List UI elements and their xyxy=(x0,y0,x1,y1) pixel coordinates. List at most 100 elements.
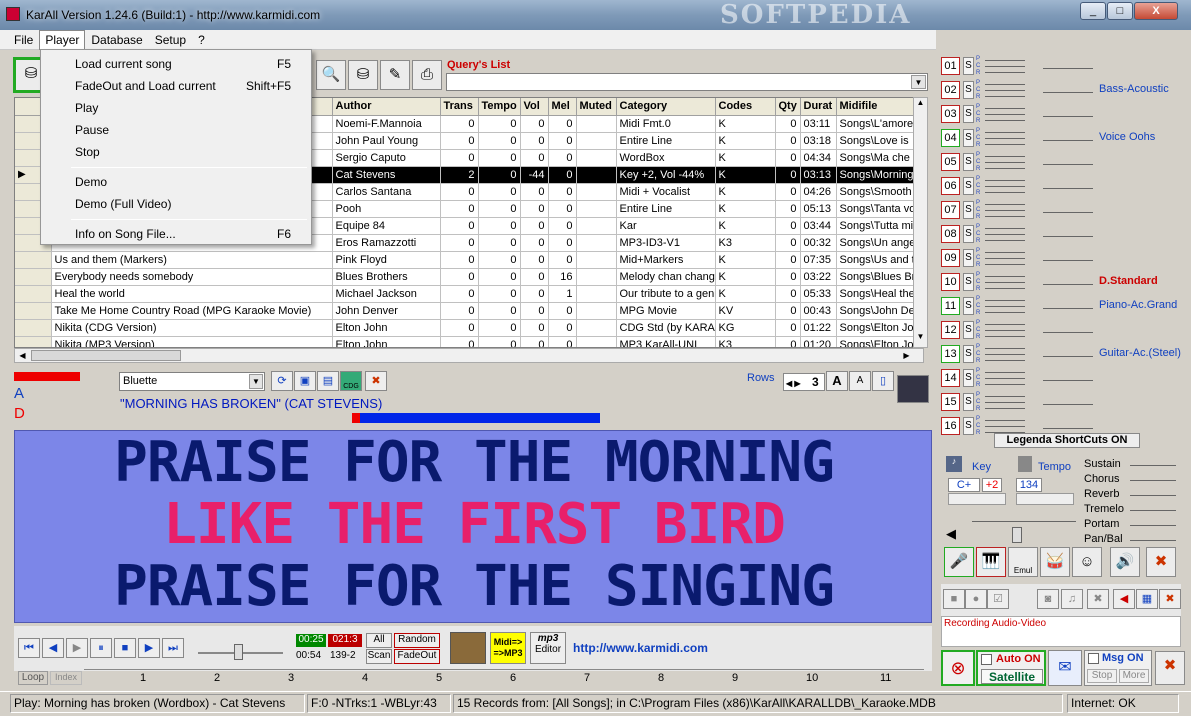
cell-codes[interactable]: K xyxy=(715,132,776,150)
channel-number-button[interactable]: 11 xyxy=(941,297,960,315)
scroll-right-icon[interactable]: ▶ xyxy=(899,349,914,362)
cell-mel[interactable]: 0 xyxy=(548,132,577,150)
tools-icon[interactable]: ✖ xyxy=(1087,589,1109,609)
cell-midifile[interactable]: Songs\Un ange xyxy=(836,234,923,252)
cell-tempo[interactable]: 0 xyxy=(478,183,521,201)
channel-slider[interactable] xyxy=(985,330,1025,331)
cell-mel[interactable]: 0 xyxy=(548,251,577,269)
channel-slider[interactable] xyxy=(985,138,1025,139)
cell-muted[interactable] xyxy=(576,336,617,347)
cell-mel[interactable]: 0 xyxy=(548,319,577,337)
channel-slider[interactable] xyxy=(985,336,1025,337)
cell-mel[interactable]: 1 xyxy=(548,285,577,303)
channel-number-button[interactable]: 10 xyxy=(941,273,960,291)
channel-slider[interactable] xyxy=(985,312,1025,313)
emul-button[interactable]: Emul xyxy=(1008,547,1038,577)
table-row[interactable]: Heal the world Michael Jackson 0 0 0 1 Our tri… xyxy=(15,285,923,303)
master-slider-track[interactable] xyxy=(972,521,1076,522)
cell-midifile[interactable]: Songs\Heal the xyxy=(836,285,923,303)
cell-author[interactable]: John Paul Young xyxy=(332,132,441,150)
cell-author[interactable]: Cat Stevens xyxy=(332,166,441,184)
msg-on-checkbox[interactable] xyxy=(1088,653,1099,664)
monitor-icon[interactable] xyxy=(897,375,929,403)
cell-tempo[interactable]: 0 xyxy=(478,268,521,286)
effect-slider[interactable] xyxy=(1130,480,1176,481)
cell-durat[interactable]: 03:11 xyxy=(800,115,837,133)
channel-volume-slider[interactable] xyxy=(1043,188,1093,189)
channel-slider[interactable] xyxy=(985,234,1025,235)
channel-slider[interactable] xyxy=(985,408,1025,409)
channel-slider[interactable] xyxy=(985,300,1025,301)
channel-slider[interactable] xyxy=(985,66,1025,67)
cell-category[interactable]: Our tribute to a geni xyxy=(616,285,716,303)
cell-qty[interactable]: 0 xyxy=(775,285,801,303)
mp3-editor-button[interactable]: mp3 Editor xyxy=(530,632,566,664)
cell-codes[interactable]: K xyxy=(715,183,776,201)
cell-mel[interactable]: 0 xyxy=(548,115,577,133)
random-button[interactable]: Random xyxy=(394,633,440,648)
channel-volume-slider[interactable] xyxy=(1043,212,1093,213)
row-indicator[interactable] xyxy=(15,336,52,347)
search-icon[interactable]: 🔍 xyxy=(316,60,346,90)
cell-trans[interactable]: 0 xyxy=(440,115,479,133)
cell-tempo[interactable]: 0 xyxy=(478,200,521,218)
channel-slider[interactable] xyxy=(985,306,1025,307)
cell-trans[interactable]: 0 xyxy=(440,336,479,347)
close-button[interactable]: X xyxy=(1134,2,1178,20)
stop-icon[interactable]: ■ xyxy=(114,638,136,658)
cell-durat[interactable]: 07:35 xyxy=(800,251,837,269)
cell-title[interactable]: Us and them (Markers) xyxy=(51,251,333,269)
cell-codes[interactable]: KV xyxy=(715,302,776,320)
cell-title[interactable]: Heal the world xyxy=(51,285,333,303)
pause-icon[interactable]: ⏸ xyxy=(90,638,112,658)
cell-trans[interactable]: 0 xyxy=(440,302,479,320)
cell-midifile[interactable]: Songs\Tutta mi xyxy=(836,217,923,235)
cell-midifile[interactable]: Songs\Ma che xyxy=(836,149,923,167)
scroll-left-icon[interactable]: ◀ xyxy=(15,349,30,362)
solo-button[interactable]: S xyxy=(963,273,974,291)
index-button[interactable]: Index xyxy=(50,671,82,685)
column-header[interactable]: Midifile xyxy=(836,98,923,116)
channel-slider[interactable] xyxy=(985,156,1025,157)
channel-slider[interactable] xyxy=(985,378,1025,379)
solo-button[interactable]: S xyxy=(963,129,974,147)
channel-volume-slider[interactable] xyxy=(1043,284,1093,285)
cell-muted[interactable] xyxy=(576,149,617,167)
skip-back-icon[interactable]: ⏮ xyxy=(18,638,40,658)
cell-qty[interactable]: 0 xyxy=(775,251,801,269)
table-row[interactable]: Nikita (MP3 Version) Elton John 0 0 0 0 MP3 Ka… xyxy=(15,336,923,347)
menu-file[interactable]: File xyxy=(8,30,39,50)
cell-durat[interactable]: 04:26 xyxy=(800,183,837,201)
channel-slider[interactable] xyxy=(985,132,1025,133)
cell-author[interactable]: Sergio Caputo xyxy=(332,149,441,167)
channel-volume-slider[interactable] xyxy=(1043,428,1093,429)
solo-button[interactable]: S xyxy=(963,345,974,363)
menu-setup[interactable]: Setup xyxy=(149,30,192,50)
channel-slider[interactable] xyxy=(985,396,1025,397)
channel-number-button[interactable]: 13 xyxy=(941,345,960,363)
cell-codes[interactable]: K xyxy=(715,149,776,167)
channel-number-button[interactable]: 03 xyxy=(941,105,960,123)
cell-category[interactable]: CDG Std (by KARAI xyxy=(616,319,716,337)
channel-slider[interactable] xyxy=(985,402,1025,403)
cell-midifile[interactable]: Songs\Elton Jol xyxy=(836,336,923,347)
cell-muted[interactable] xyxy=(576,217,617,235)
cell-category[interactable]: Melody chan chang xyxy=(616,268,716,286)
cell-mel[interactable]: 0 xyxy=(548,149,577,167)
cell-trans[interactable]: 0 xyxy=(440,234,479,252)
next-icon[interactable]: ▶ xyxy=(138,638,160,658)
cell-durat[interactable]: 05:13 xyxy=(800,200,837,218)
cell-tempo[interactable]: 0 xyxy=(478,166,521,184)
channel-slider[interactable] xyxy=(985,252,1025,253)
cell-category[interactable]: WordBox xyxy=(616,149,716,167)
website-link[interactable]: http://www.karmidi.com xyxy=(573,641,708,655)
effect-slider[interactable] xyxy=(1130,495,1176,496)
cell-trans[interactable]: 0 xyxy=(440,251,479,269)
channel-slider[interactable] xyxy=(985,348,1025,349)
cell-midifile[interactable]: Songs\Love is xyxy=(836,132,923,150)
solo-button[interactable]: S xyxy=(963,105,974,123)
record-check-icon[interactable]: ☑ xyxy=(987,589,1009,609)
cell-author[interactable]: John Denver xyxy=(332,302,441,320)
channel-slider[interactable] xyxy=(985,216,1025,217)
cell-qty[interactable]: 0 xyxy=(775,115,801,133)
